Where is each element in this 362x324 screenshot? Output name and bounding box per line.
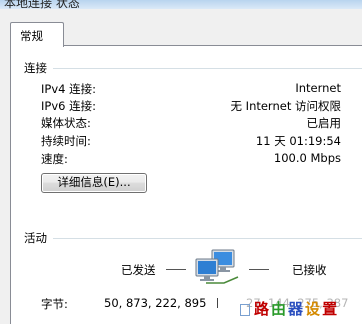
media-state-label: 媒体状态: (41, 116, 91, 130)
general-panel: 连接 IPv4 连接: Internet IPv6 连接: 无 Internet… (10, 45, 362, 324)
activity-group-line (53, 238, 362, 239)
ipv6-value: 无 Internet 访问权限 (230, 99, 341, 113)
bytes-label: 字节: (41, 297, 68, 311)
activity-section-label: 活动 (24, 231, 47, 245)
details-button-label: 详细信息(E)... (57, 175, 131, 189)
ipv6-label: IPv6 连接: (41, 99, 96, 113)
watermark-logo-icon (240, 304, 250, 316)
window-title: 本地连接 状态 (4, 0, 80, 9)
title-bar: 本地连接 状态 (0, 0, 362, 9)
details-button[interactable]: 详细信息(E)... (41, 173, 147, 193)
received-dash (249, 269, 269, 270)
network-computers-icon (195, 249, 239, 284)
media-state-value: 已启用 (306, 116, 342, 130)
status-dialog: 本地连接 状态 常规 连接 IPv4 连接: Internet IPv6 连接:… (0, 0, 362, 324)
ipv4-label: IPv4 连接: (41, 82, 96, 96)
connection-group-line (53, 68, 362, 69)
received-label: 已接收 (292, 263, 327, 277)
sent-dash (166, 269, 186, 270)
ipv4-value: Internet (295, 81, 341, 95)
bytes-sent-value: 50, 873, 222, 895 (104, 296, 207, 310)
tab-general[interactable]: 常规 (10, 22, 64, 47)
speed-label: 速度: (41, 152, 68, 166)
duration-value: 11 天 01:19:54 (255, 134, 341, 148)
speed-value: 100.0 Mbps (273, 151, 341, 165)
bytes-separator (217, 298, 218, 308)
watermark: 路由器设置 (240, 298, 339, 319)
tab-general-label: 常规 (20, 29, 43, 43)
duration-label: 持续时间: (41, 134, 91, 148)
sent-label: 已发送 (121, 263, 156, 277)
connection-section-label: 连接 (24, 61, 47, 75)
